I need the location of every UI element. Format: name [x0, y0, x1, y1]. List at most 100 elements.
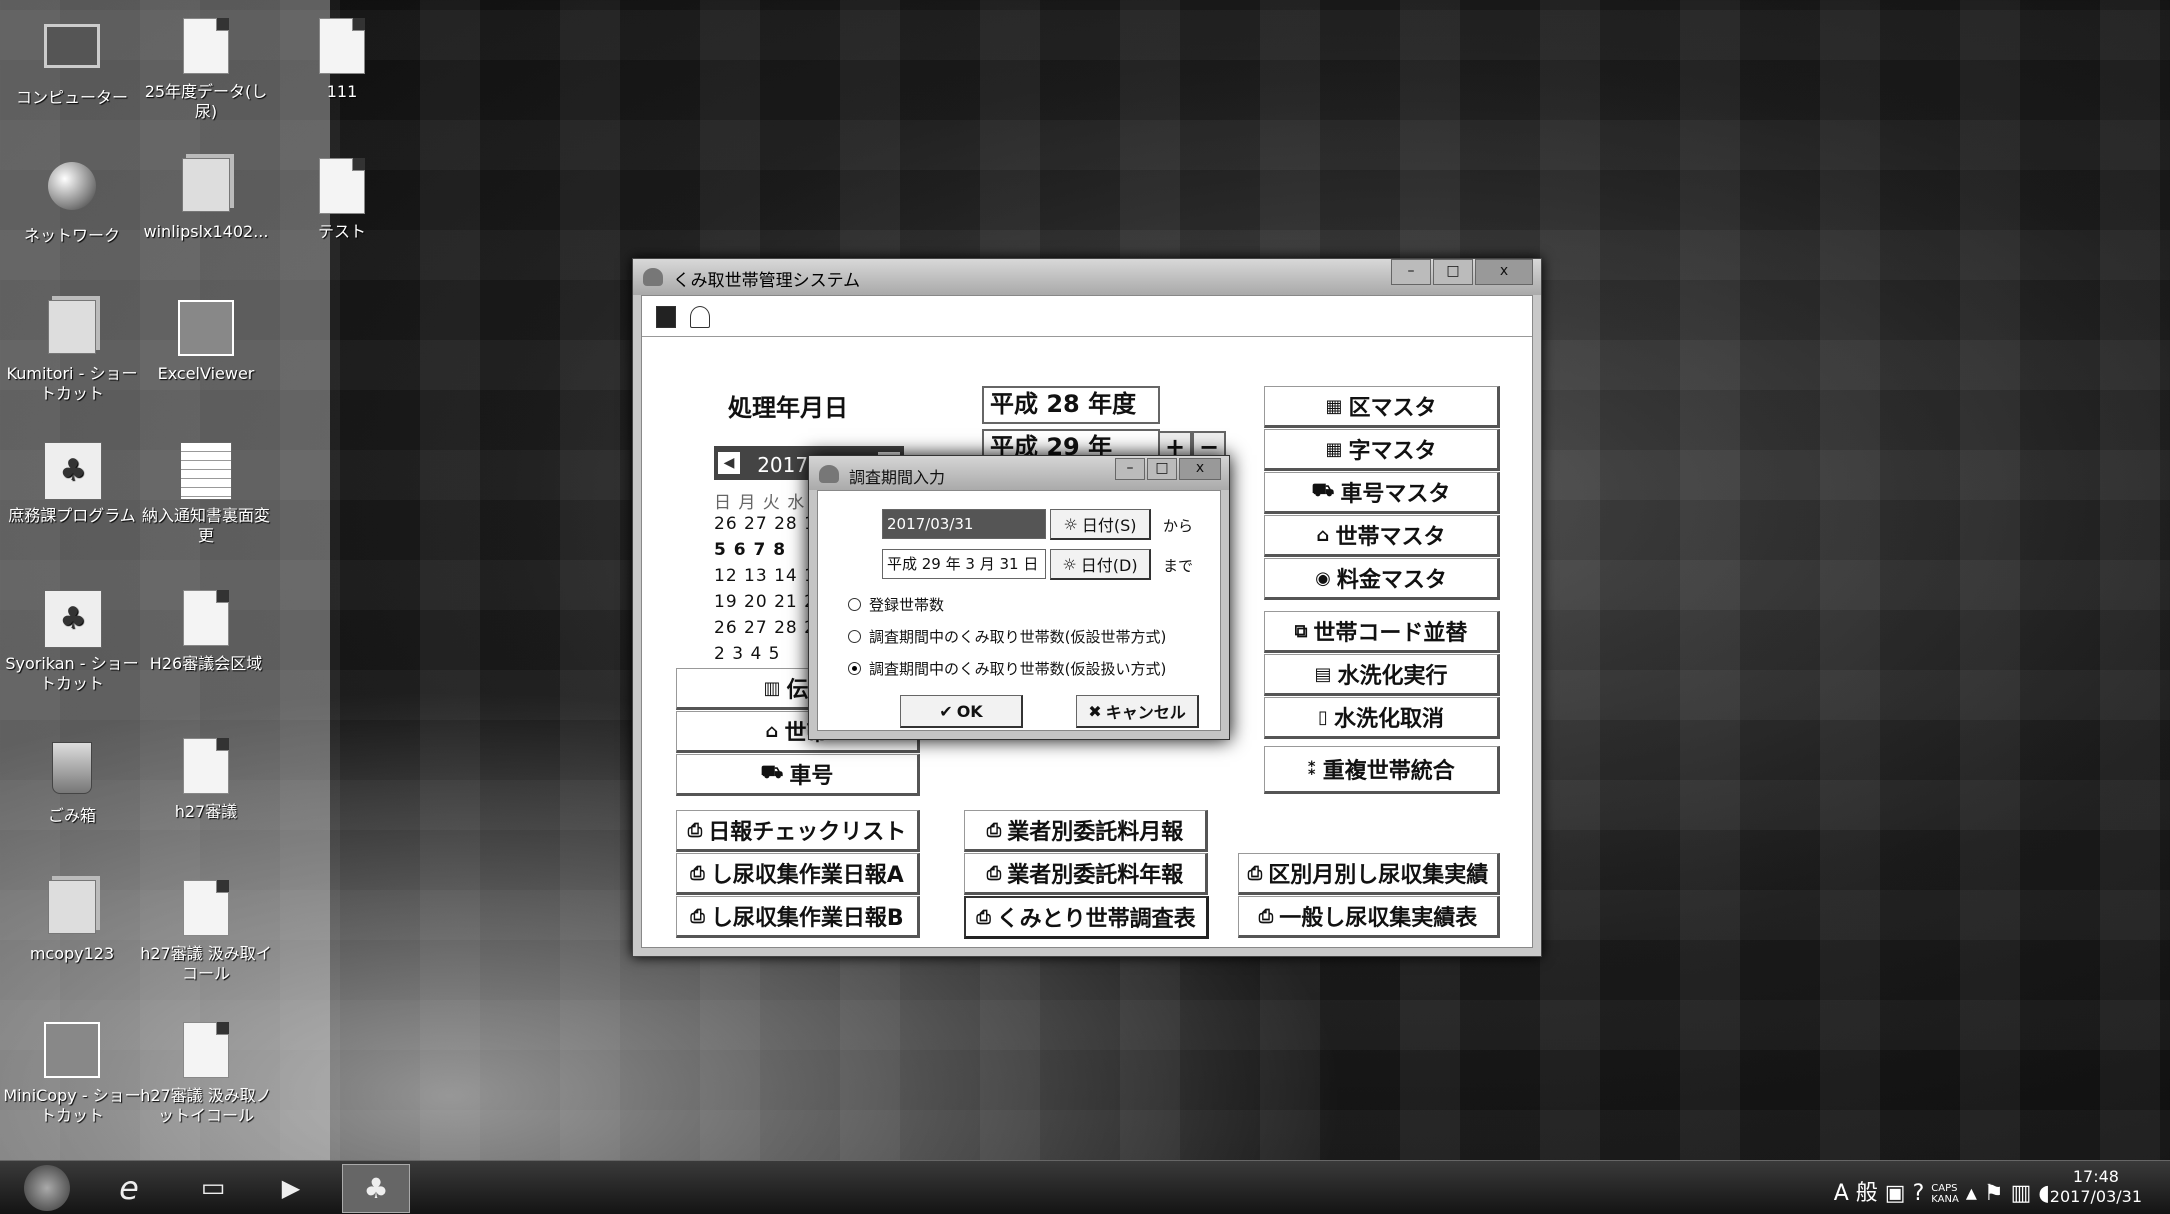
merge-duplicates-button[interactable]: ⁑ 重複世帯統合	[1264, 746, 1500, 794]
dialog-titlebar[interactable]: 調査期間入力 – □ x	[809, 456, 1229, 490]
prev-month-button[interactable]: ◀	[718, 452, 740, 474]
ie-taskbar-button[interactable]: e	[96, 1164, 162, 1211]
desktop-icon-label: h27審議	[174, 802, 238, 821]
window-title: くみ取世帯管理システム	[673, 271, 861, 291]
desktop-icon-label: mcopy123	[29, 944, 115, 963]
close-button[interactable]: x	[1475, 259, 1533, 285]
main-window-titlebar[interactable]: くみ取世帯管理システム – □ x	[633, 259, 1541, 295]
network-copy-icon	[44, 1022, 100, 1082]
button-label: 世帯マスタ	[1335, 525, 1446, 550]
start-button[interactable]	[24, 1165, 70, 1211]
ku-master-button[interactable]: ▦ 区マスタ	[1264, 386, 1500, 428]
annual-commission-button[interactable]: ⎙ 業者別委託料年報	[964, 853, 1208, 895]
sun-icon: ☼	[1063, 514, 1078, 534]
cancel-button[interactable]: ✖ キャンセル	[1076, 695, 1199, 728]
desktop-icon-notice[interactable]: 納入通知書裏面変更	[136, 442, 276, 546]
kumitori-taskbar-button[interactable]: ♣	[342, 1164, 410, 1213]
ok-button[interactable]: ✔ OK	[900, 695, 1023, 728]
desktop-icon-recycle-bin[interactable]: ごみ箱	[2, 738, 142, 826]
desktop-icon-h27-equal[interactable]: h27審議 汲み取イコール	[136, 880, 276, 984]
option-registered-households[interactable]: 登録世帯数	[848, 594, 944, 615]
dialog-maximize-button[interactable]: □	[1147, 458, 1177, 480]
desktop-icon-computer[interactable]: コンピューター	[2, 18, 142, 108]
household-code-sort-button[interactable]: ⧉ 世帯コード並替	[1264, 611, 1500, 653]
button-label: 日報チェックリスト	[708, 820, 907, 845]
button-label: 車号マスタ	[1340, 482, 1451, 507]
fiscal-year-field[interactable]: 平成 28 年度	[982, 386, 1160, 424]
daily-report-a-button[interactable]: ⎙ し尿収集作業日報A	[676, 853, 920, 895]
desktop-icon-label: h27審議 汲み取ノットイコール	[140, 1086, 272, 1125]
desktop-icon-mcopy123[interactable]: mcopy123	[2, 880, 142, 964]
desktop-icon-label: 111	[326, 82, 358, 101]
from-date-button[interactable]: ☼ 日付(S)	[1050, 509, 1151, 540]
flush-cancel-button[interactable]: ▯ 水洗化取消	[1264, 697, 1500, 739]
desktop-icon-h27[interactable]: h27審議	[136, 738, 276, 822]
desktop-icon-network[interactable]: ネットワーク	[2, 158, 142, 246]
daily-report-b-button[interactable]: ⎙ し尿収集作業日報B	[676, 896, 920, 938]
file-icon	[178, 880, 234, 940]
recycle-bin-icon	[44, 742, 100, 802]
desktop-icon-winlips[interactable]: winlipslx1402...	[136, 158, 276, 242]
sun-icon: ☼	[1062, 554, 1077, 574]
copy-icon: ⧉	[1294, 620, 1308, 642]
desktop-icon-kumitori[interactable]: Kumitori - ショートカット	[2, 300, 142, 404]
desktop-icon-h26[interactable]: H26審議会区域	[136, 590, 276, 674]
excelviewer-icon	[178, 300, 234, 360]
to-date-input[interactable]: 平成 29 年 3 月 31 日	[882, 549, 1046, 579]
flush-execute-button[interactable]: ▤ 水洗化実行	[1264, 654, 1500, 696]
folder-icon	[44, 880, 100, 940]
kumitori-survey-button[interactable]: ⎙ くみとり世帯調査表	[964, 896, 1209, 939]
truck-icon: ⛟	[760, 762, 784, 783]
desktop-icon-data25[interactable]: 25年度データ(し尿)	[136, 18, 276, 122]
flag-icon[interactable]: ⚑	[1984, 1181, 2004, 1206]
file-icon	[314, 18, 370, 78]
monthly-commission-button[interactable]: ⎙ 業者別委託料月報	[964, 810, 1208, 852]
slip-icon: ▥	[763, 677, 781, 699]
clock-date: 2017/03/31	[2049, 1187, 2142, 1206]
household-master-button[interactable]: ⌂ 世帯マスタ	[1264, 515, 1500, 557]
save-icon[interactable]	[656, 306, 676, 328]
daily-checklist-button[interactable]: ⎙ 日報チェックリスト	[676, 810, 920, 852]
vehicle-master-button[interactable]: ⛟ 車号マスタ	[1264, 472, 1500, 514]
show-hidden-icons-icon[interactable]: ▴	[1966, 1181, 1977, 1206]
button-label: 日付(S)	[1081, 516, 1137, 535]
explorer-taskbar-button[interactable]: ▭	[180, 1164, 246, 1211]
folder-shortcut-icon	[44, 300, 100, 360]
button-label: 区マスタ	[1348, 396, 1437, 421]
clock[interactable]: 17:48 2017/03/31	[2050, 1167, 2142, 1207]
calendar-week[interactable]: 5 6 7 8	[714, 540, 786, 560]
to-date-button[interactable]: ☼ 日付(D)	[1050, 549, 1151, 580]
calendar-week[interactable]: 26 27 28 1	[714, 514, 816, 534]
network-tray-icon[interactable]: ▥	[2011, 1181, 2032, 1206]
fee-master-button[interactable]: ◉ 料金マスタ	[1264, 558, 1500, 600]
media-taskbar-button[interactable]: ▶	[258, 1164, 324, 1211]
ime-indicator[interactable]: A 般	[1834, 1181, 1878, 1206]
vehicle-button[interactable]: ⛟ 車号	[676, 754, 920, 796]
desktop-icon-syorikan[interactable]: ♣ Syorikan - ショートカット	[2, 590, 142, 694]
button-label: し尿収集作業日報A	[710, 863, 904, 888]
doc-icon: ▤	[1314, 663, 1332, 685]
volume-icon[interactable]: ◖	[2038, 1181, 2050, 1206]
monthly-collection-button[interactable]: ⎙ 区別月別し尿収集実績	[1238, 853, 1500, 895]
aza-master-button[interactable]: ▦ 字マスタ	[1264, 429, 1500, 471]
help-icon[interactable]: ?	[1913, 1181, 1925, 1206]
ime-icon[interactable]: ▣	[1885, 1181, 1906, 1206]
key-icon[interactable]	[690, 306, 710, 328]
maximize-button[interactable]: □	[1433, 259, 1473, 285]
option-temporary-handling-method[interactable]: 調査期間中のくみ取り世帯数(仮設扱い方式)	[848, 658, 1166, 679]
minimize-button[interactable]: –	[1391, 259, 1431, 285]
desktop-icon-shomuka[interactable]: ♣ 庶務課プログラム	[2, 442, 142, 526]
general-collection-button[interactable]: ⎙ 一般し尿収集実績表	[1238, 896, 1500, 938]
calendar-week[interactable]: 2 3 4 5	[714, 644, 780, 664]
desktop-icon-minicopy[interactable]: MiniCopy - ショートカット	[2, 1022, 142, 1126]
desktop-icon-h27-notequal[interactable]: h27審議 汲み取ノットイコール	[136, 1022, 276, 1126]
from-date-input[interactable]: 2017/03/31	[882, 509, 1046, 539]
option-temporary-household-method[interactable]: 調査期間中のくみ取り世帯数(仮設世帯方式)	[848, 626, 1166, 647]
desktop-icon-111[interactable]: 111	[272, 18, 412, 102]
printer-icon: ⎙	[690, 862, 705, 884]
dialog-minimize-button[interactable]: –	[1115, 458, 1145, 480]
desktop-icon-excelviewer[interactable]: ExcelViewer	[136, 300, 276, 384]
desktop-icon-test[interactable]: テスト	[272, 158, 412, 242]
dialog-close-button[interactable]: x	[1179, 458, 1221, 480]
dialog-client: 2017/03/31 ☼ 日付(S) から 平成 29 年 3 月 31 日 ☼ 日…	[817, 490, 1221, 731]
